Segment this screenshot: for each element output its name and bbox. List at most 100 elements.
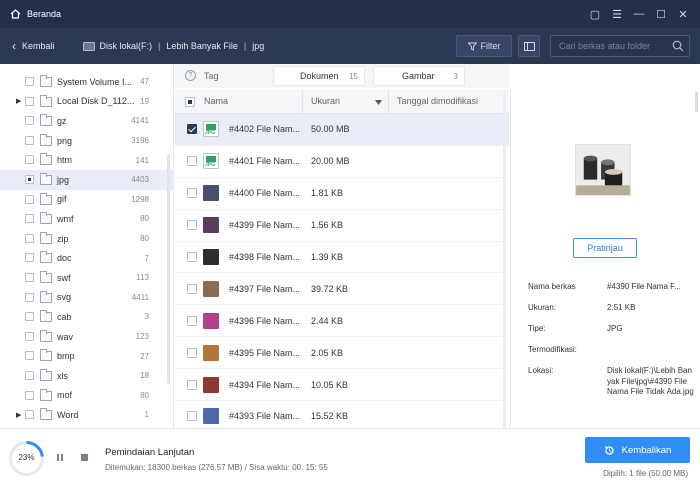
table-row[interactable]: #4394 File Nam... 10.05 KB xyxy=(175,369,509,402)
expand-arrow-icon[interactable]: ▶ xyxy=(16,411,21,419)
search-input[interactable] xyxy=(551,36,671,56)
column-size[interactable]: Ukuran xyxy=(311,96,340,106)
pause-button[interactable] xyxy=(57,454,65,461)
row-checkbox[interactable] xyxy=(187,252,197,262)
table-row[interactable]: #4393 File Nam... 15.52 KB xyxy=(175,401,509,428)
sidebar-item-xls[interactable]: xls 18 xyxy=(0,366,173,386)
row-checkbox[interactable] xyxy=(187,220,197,231)
breadcrumb-item-more-files[interactable]: Lebih Banyak File xyxy=(166,41,238,51)
column-name[interactable]: Nama xyxy=(204,96,228,106)
progress-ring: 23% xyxy=(8,440,45,477)
column-divider[interactable] xyxy=(388,90,389,114)
sidebar-checkbox[interactable] xyxy=(25,214,34,224)
row-checkbox[interactable] xyxy=(187,379,197,390)
tab-images-label: Gambar xyxy=(402,71,435,81)
sidebar-checkbox[interactable] xyxy=(25,253,34,263)
sidebar-item-svg[interactable]: svg 4411 xyxy=(0,288,173,308)
stop-button[interactable] xyxy=(81,454,88,461)
table-row[interactable]: #4399 File Nam... 1.56 KB xyxy=(175,210,509,242)
table-row[interactable]: #4402 File Nam... 50.00 MB xyxy=(175,114,509,146)
sidebar-checkbox[interactable] xyxy=(25,351,34,361)
sidebar-item-mof[interactable]: mof 80 xyxy=(0,386,173,406)
maximize-button[interactable]: ☐ xyxy=(650,8,672,21)
sidebar-checkbox[interactable] xyxy=(25,370,34,380)
folder-icon xyxy=(40,251,52,264)
sidebar-checkbox[interactable] xyxy=(25,194,34,204)
tag-filter[interactable]: ? Tag xyxy=(185,70,219,81)
file-list-scrollbar[interactable] xyxy=(503,94,506,428)
sidebar-item-wav[interactable]: wav 123 xyxy=(0,327,173,347)
tab-documents[interactable]: Dokumen 15 xyxy=(273,66,365,86)
row-checkbox[interactable] xyxy=(187,283,197,294)
column-date-modified[interactable]: Tanggal dimodifikasi xyxy=(397,96,478,106)
sidebar-checkbox[interactable] xyxy=(25,77,34,86)
sidebar-item-gz[interactable]: gz 4141 xyxy=(0,111,173,131)
search-icon[interactable] xyxy=(672,40,684,52)
sidebar-scrollbar[interactable] xyxy=(167,154,170,384)
sidebar-item-system-volume-i[interactable]: System Volume I... 47 xyxy=(0,72,173,92)
row-checkbox[interactable] xyxy=(187,188,197,199)
sidebar-item-zip[interactable]: zip 80 xyxy=(0,229,173,249)
sidebar-item-bmp[interactable]: bmp 27 xyxy=(0,346,173,366)
table-row[interactable]: #4400 File Nam... 1.81 KB xyxy=(175,178,509,210)
sidebar-item-htm[interactable]: htm 141 xyxy=(0,150,173,170)
sidebar-checkbox[interactable] xyxy=(25,135,34,145)
close-button[interactable]: ✕ xyxy=(672,8,694,21)
row-checkbox[interactable] xyxy=(187,347,197,358)
sidebar-checkbox[interactable] xyxy=(25,155,34,165)
folder-icon xyxy=(40,192,52,205)
sidebar-checkbox[interactable] xyxy=(25,174,34,184)
table-row[interactable]: #4396 File Nam... 2.44 KB xyxy=(175,305,509,338)
sidebar-checkbox[interactable] xyxy=(25,116,34,126)
filter-button[interactable]: Filter xyxy=(456,35,512,57)
back-button[interactable]: ‹ Kembali xyxy=(12,39,55,53)
sidebar-checkbox[interactable] xyxy=(25,390,34,400)
sidebar-checkbox[interactable] xyxy=(25,272,34,282)
home-button[interactable]: Beranda xyxy=(10,9,61,19)
table-row[interactable]: #4397 File Nam... 39.72 KB xyxy=(175,273,509,306)
folder-icon xyxy=(40,290,52,303)
info-label-modified: Termodifikasi: xyxy=(528,345,577,354)
sidebar-checkbox[interactable] xyxy=(25,292,34,302)
sidebar-checkbox[interactable] xyxy=(25,331,34,341)
preview-button[interactable]: Pratinjau xyxy=(573,238,637,258)
table-row[interactable]: #4395 File Nam... 2.05 KB xyxy=(175,337,509,370)
sidebar-checkbox[interactable] xyxy=(25,96,34,106)
sidebar-item-png[interactable]: png 3196 xyxy=(0,131,173,151)
row-checkbox[interactable] xyxy=(187,411,197,422)
sidebar-item-jpg[interactable]: jpg 4403 xyxy=(0,169,173,190)
breadcrumb-item-drive[interactable]: Disk lokal(F:) xyxy=(100,41,153,51)
sidebar-item-gif[interactable]: gif 1298 xyxy=(0,190,173,210)
sidebar-item-wmf[interactable]: wmf 80 xyxy=(0,209,173,229)
sidebar-item-word[interactable]: ▶ Word 1 xyxy=(0,405,173,425)
minimize-button[interactable]: — xyxy=(628,8,650,20)
tab-images[interactable]: Gambar 3 xyxy=(373,66,465,86)
sidebar-checkbox[interactable] xyxy=(25,410,34,420)
sidebar-checkbox[interactable] xyxy=(25,312,34,322)
sidebar-item-count: 4141 xyxy=(131,116,149,126)
sidebar-item-count: 27 xyxy=(140,351,149,361)
file-size: 1.56 KB xyxy=(311,220,344,231)
preview-scrollbar[interactable] xyxy=(695,92,698,112)
table-row[interactable]: #4398 File Nam... 1.39 KB xyxy=(175,242,509,274)
sidebar-item-doc[interactable]: doc 7 xyxy=(0,248,173,268)
sidebar-item-cab[interactable]: cab 3 xyxy=(0,307,173,327)
table-row[interactable]: #4401 File Nam... 20.00 MB xyxy=(175,146,509,178)
sidebar-item-local-disk-d-112[interactable]: ▶ Local Disk D_112... 19 xyxy=(0,92,173,112)
column-divider[interactable] xyxy=(302,90,303,114)
restore-button[interactable]: Kembalikan xyxy=(585,437,690,463)
select-all-checkbox[interactable] xyxy=(185,97,195,107)
file-name: #4393 File Nam... xyxy=(229,411,301,422)
breadcrumb-item-jpg[interactable]: jpg xyxy=(252,41,264,51)
feedback-icon[interactable]: ▢ xyxy=(584,8,606,21)
view-toggle-button[interactable] xyxy=(518,35,540,57)
menu-icon[interactable]: ☰ xyxy=(606,8,628,21)
expand-arrow-icon[interactable]: ▶ xyxy=(16,97,21,105)
row-checkbox[interactable] xyxy=(187,156,197,167)
sidebar-checkbox[interactable] xyxy=(25,233,34,243)
sort-down-icon[interactable] xyxy=(375,100,382,105)
row-checkbox[interactable] xyxy=(187,124,197,135)
row-checkbox[interactable] xyxy=(187,315,197,326)
image-thumbnail xyxy=(203,249,219,265)
sidebar-item-swf[interactable]: swf 113 xyxy=(0,268,173,288)
